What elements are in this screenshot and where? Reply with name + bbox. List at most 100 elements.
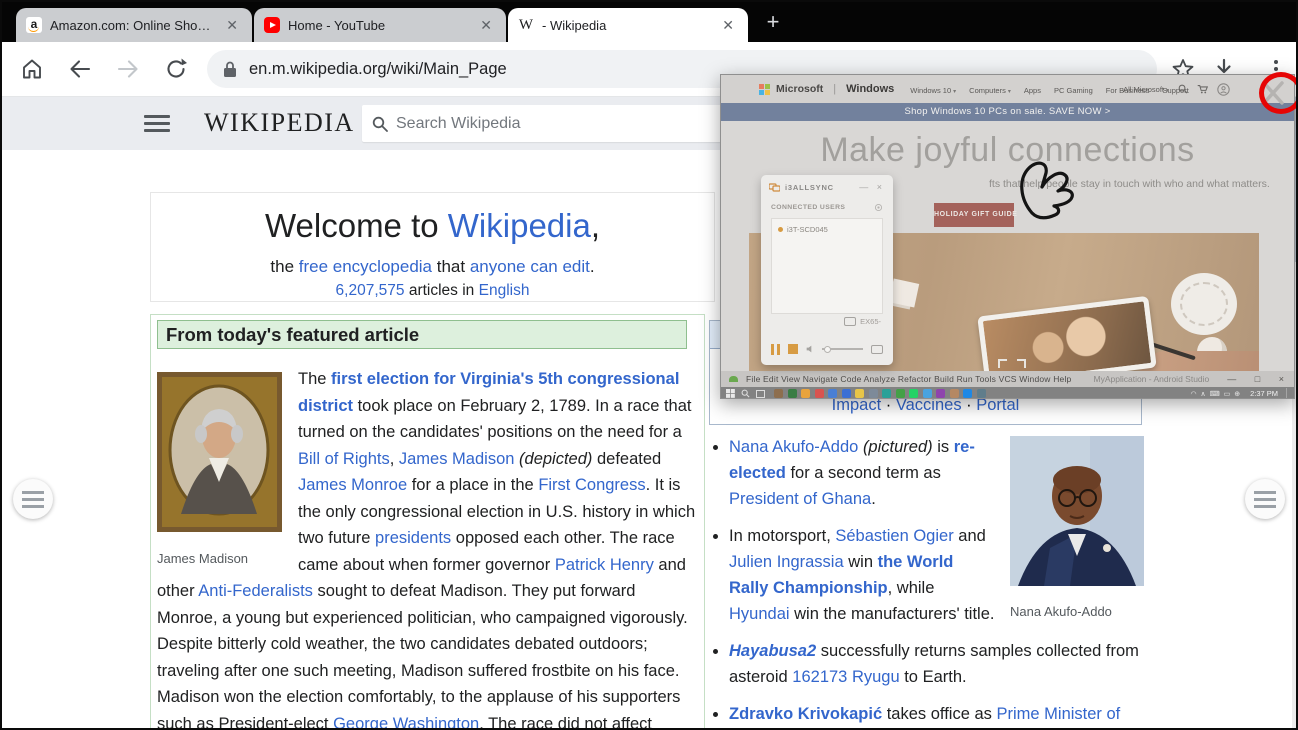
article-count: 6,207,575 articles in English xyxy=(151,282,714,300)
taskbar-app-icon[interactable] xyxy=(774,389,783,398)
ms-nav-link[interactable]: Computers xyxy=(969,86,1011,95)
volume-slider[interactable] xyxy=(822,348,864,350)
image-caption: James Madison xyxy=(157,546,282,573)
origami-cube xyxy=(889,279,919,308)
studio-window-controls[interactable]: — □ × xyxy=(1227,374,1292,384)
tab-amazon[interactable]: a Amazon.com: Online Shoppi ✕ xyxy=(16,8,252,42)
i3allsync-titlebar[interactable]: i3ALLSYNC — × xyxy=(761,175,893,199)
left-drag-handle[interactable] xyxy=(13,479,53,519)
studio-menu-items[interactable]: File Edit View Navigate Code Analyze Ref… xyxy=(746,374,1072,384)
forward-icon[interactable] xyxy=(116,57,140,81)
taskbar-app-icon[interactable] xyxy=(882,389,891,398)
connected-users-label: CONNECTED USERS xyxy=(771,204,874,211)
connected-user-item[interactable]: i3T-SCD045 xyxy=(778,225,876,234)
ms-nav-link[interactable]: PC Gaming xyxy=(1054,86,1093,95)
new-tab-button[interactable]: + xyxy=(760,10,786,36)
device-name: i3T-SCD045 xyxy=(787,225,828,234)
android-studio-menubar: File Edit View Navigate Code Analyze Ref… xyxy=(721,371,1294,387)
close-tab-icon[interactable]: ✕ xyxy=(222,16,242,34)
taskbar-app-icon[interactable] xyxy=(896,389,905,398)
in-the-news-section: Nana Akufo-Addo Nana Akufo-Addo (picture… xyxy=(709,434,1144,730)
lock-icon xyxy=(223,61,237,78)
tab-strip: a Amazon.com: Online Shoppi ✕ Home - You… xyxy=(2,2,1296,42)
taskbar-app-icons[interactable] xyxy=(774,389,1185,398)
pause-icon[interactable] xyxy=(771,344,780,355)
taskbar-app-icon[interactable] xyxy=(855,389,864,398)
ms-nav-link[interactable]: Windows 10 xyxy=(910,86,956,95)
microsoft-brand[interactable]: Microsoft xyxy=(776,83,823,95)
tab-title: Home - YouTube xyxy=(288,18,468,33)
home-icon[interactable] xyxy=(20,57,44,81)
windows-brand[interactable]: Windows xyxy=(846,83,894,95)
taskbar-app-icon[interactable] xyxy=(842,389,851,398)
fullscreen-icon[interactable] xyxy=(871,345,883,354)
tab-title: - Wikipedia xyxy=(542,18,710,33)
minimize-close-icons[interactable]: — × xyxy=(859,182,885,192)
url-text: en.m.wikipedia.org/wiki/Main_Page xyxy=(249,60,507,79)
studio-window-title: MyApplication - Android Studio xyxy=(1094,374,1220,384)
wikipedia-favicon-icon: W xyxy=(518,17,534,33)
account-icon[interactable] xyxy=(1217,83,1230,96)
taskbar-app-icon[interactable] xyxy=(909,389,918,398)
task-view-icon[interactable] xyxy=(756,390,765,398)
reload-icon[interactable] xyxy=(164,57,188,81)
nana-akufo-addo-figure[interactable]: Nana Akufo-Addo xyxy=(1010,436,1144,625)
stop-icon[interactable] xyxy=(788,344,798,354)
james-madison-figure[interactable]: James Madison xyxy=(157,372,282,572)
taskbar-search-icon[interactable] xyxy=(741,389,750,398)
welcome-title: Welcome to Wikipedia, xyxy=(151,207,714,245)
close-tab-icon[interactable]: ✕ xyxy=(718,16,738,34)
news-item: Zdravko Krivokapić takes office as Prime… xyxy=(729,701,1144,727)
welcome-banner: Welcome to Wikipedia, the free encyclope… xyxy=(150,192,715,302)
back-icon[interactable] xyxy=(68,57,92,81)
hand-doodle-annotation xyxy=(1016,137,1108,221)
taskbar-app-icon[interactable] xyxy=(977,389,986,398)
taskbar-app-icon[interactable] xyxy=(815,389,824,398)
image-caption: Nana Akufo-Addo xyxy=(1010,599,1144,625)
hamburger-menu-icon[interactable] xyxy=(144,115,170,132)
divider: | xyxy=(833,83,836,95)
tab-title: Amazon.com: Online Shoppi xyxy=(50,18,214,33)
windows-taskbar: ◠ ∧ ⌨ ▭ ⊕ 2:37 PM xyxy=(721,387,1294,399)
taskbar-app-icon[interactable] xyxy=(936,389,945,398)
microsoft-logo-icon xyxy=(759,84,770,95)
taskbar-app-icon[interactable] xyxy=(923,389,932,398)
i3allsync-logo-icon xyxy=(769,183,780,192)
i3allsync-title: i3ALLSYNC xyxy=(785,183,854,192)
taskbar-app-icon[interactable] xyxy=(869,389,878,398)
james-madison-portrait xyxy=(157,372,282,532)
tab-wikipedia-active[interactable]: W - Wikipedia ✕ xyxy=(508,8,748,42)
taskbar-clock[interactable]: 2:37 PM xyxy=(1250,389,1278,398)
show-desktop-button[interactable] xyxy=(1286,388,1289,399)
taskbar-app-icon[interactable] xyxy=(950,389,959,398)
taskbar-app-icon[interactable] xyxy=(788,389,797,398)
news-item: Hayabusa2 successfully returns samples c… xyxy=(729,638,1144,690)
tab-youtube[interactable]: Home - YouTube ✕ xyxy=(254,8,506,42)
speaker-icon[interactable] xyxy=(806,345,814,353)
taskbar-app-icon[interactable] xyxy=(963,389,972,398)
annotation-red-circle xyxy=(1259,72,1298,114)
taskbar-app-icon[interactable] xyxy=(801,389,810,398)
start-button-icon[interactable] xyxy=(726,389,735,398)
close-tab-icon[interactable]: ✕ xyxy=(476,16,496,34)
cart-icon[interactable] xyxy=(1197,84,1208,94)
welcome-subtitle: the free encyclopedia that anyone can ed… xyxy=(151,257,714,277)
holiday-gift-guide-button[interactable]: HOLIDAY GIFT GUIDE xyxy=(934,203,1014,227)
browser-window: a Amazon.com: Online Shoppi ✕ Home - You… xyxy=(0,0,1298,730)
all-microsoft-menu[interactable]: All Microsoft xyxy=(1123,85,1169,94)
wikipedia-wordmark[interactable]: WIKIPEDIA xyxy=(204,108,355,138)
system-tray-icons[interactable]: ◠ ∧ ⌨ ▭ ⊕ xyxy=(1190,390,1241,398)
right-drag-handle[interactable] xyxy=(1245,479,1285,519)
featured-article-heading: From today's featured article xyxy=(157,320,687,349)
paper-doily xyxy=(1171,273,1237,335)
sale-banner[interactable]: Shop Windows 10 PCs on sale. SAVE NOW > xyxy=(721,103,1294,121)
ms-nav-link[interactable]: Apps xyxy=(1024,86,1041,95)
search-icon xyxy=(372,116,388,132)
search-icon[interactable] xyxy=(1178,84,1188,94)
android-icon xyxy=(729,376,738,382)
playback-controls xyxy=(771,341,883,357)
taskbar-app-icon[interactable] xyxy=(828,389,837,398)
gear-icon[interactable] xyxy=(874,203,883,212)
hero-title: Make joyful connections xyxy=(721,131,1294,170)
i3allsync-window: i3ALLSYNC — × CONNECTED USERS i3T-SCD045… xyxy=(761,175,893,365)
